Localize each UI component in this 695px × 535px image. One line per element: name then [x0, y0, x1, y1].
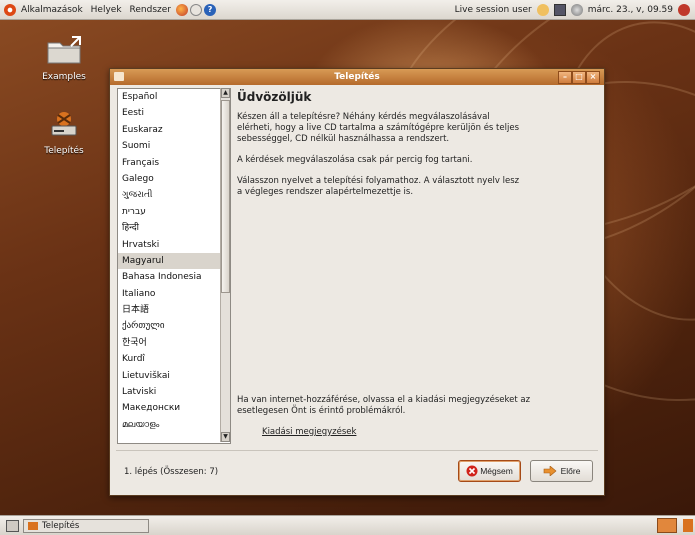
close-button[interactable]: × — [586, 71, 600, 84]
help-icon[interactable]: ? — [204, 3, 217, 16]
minimize-button[interactable]: – — [558, 71, 572, 84]
language-list-item[interactable]: Bahasa Indonesia — [118, 269, 230, 285]
language-list-item[interactable]: हिन्दी — [118, 220, 230, 236]
language-list-item[interactable]: Eesti — [118, 105, 230, 121]
scroll-thumb[interactable] — [221, 100, 230, 293]
desktop-icon-label: Telepítés — [44, 146, 84, 156]
language-list-item[interactable]: Español — [118, 89, 230, 105]
maximize-button[interactable]: □ — [572, 71, 586, 84]
workspace-switcher[interactable] — [657, 518, 677, 533]
desktop-icon-examples[interactable]: Examples — [34, 35, 94, 82]
show-desktop-icon[interactable] — [6, 519, 19, 532]
taskbar-item-installer[interactable]: Telepítés — [23, 518, 149, 533]
language-list-item[interactable]: 日本語 — [118, 302, 230, 318]
window-titlebar[interactable]: Telepítés – □ × — [110, 69, 604, 85]
window-title: Telepítés — [334, 72, 380, 82]
language-list-item[interactable]: മലയാളം — [118, 417, 230, 433]
bottom-panel: Telepítés — [0, 515, 695, 535]
duration-paragraph: A kérdések megválaszolása csak pár perci… — [237, 155, 473, 165]
language-list-item[interactable]: Kurdî — [118, 351, 230, 367]
language-list-scrollbar[interactable]: ▲ ▼ — [220, 88, 230, 442]
intro-paragraph: Készen áll a telepítésre? Néhány kérdés … — [237, 112, 519, 144]
language-list-item[interactable]: Galego — [118, 171, 230, 187]
clock[interactable]: márc. 23., v, 09.59 — [588, 5, 673, 15]
language-list-item[interactable]: Italiano — [118, 286, 230, 302]
language-list-item[interactable]: 한국어 — [118, 335, 230, 351]
menu-applications[interactable]: Alkalmazások — [17, 5, 87, 15]
folder-icon — [47, 36, 81, 64]
installer-window: Telepítés – □ × Español Eesti Euskaraz Suom… — [109, 68, 605, 496]
language-list-item[interactable]: ქართული — [118, 318, 230, 334]
language-list-item[interactable]: עברית — [118, 204, 230, 220]
language-paragraph: Válasszon nyelvet a telepítési folyamath… — [237, 176, 520, 197]
language-list-item[interactable]: Hrvatski — [118, 237, 230, 253]
trash-icon[interactable] — [683, 519, 693, 532]
language-list[interactable]: Español Eesti Euskaraz Suomi Français Galego ગ… — [117, 88, 231, 444]
desktop-icon-install[interactable]: Telepítés — [34, 109, 94, 156]
forward-arrow-icon — [543, 466, 557, 476]
mail-icon[interactable] — [190, 3, 203, 16]
shutdown-icon[interactable] — [678, 3, 690, 16]
language-list-item[interactable]: ગુજરાતી — [118, 187, 230, 203]
cancel-icon — [466, 465, 478, 477]
taskbar-item-label: Telepítés — [42, 520, 80, 531]
language-list-item[interactable]: Suomi — [118, 138, 230, 154]
scroll-up-arrow[interactable]: ▲ — [221, 88, 230, 98]
firefox-icon[interactable] — [176, 3, 189, 16]
release-notes-link[interactable]: Kiadási megjegyzések — [262, 427, 356, 437]
desktop-icon-label: Examples — [42, 72, 86, 82]
installer-icon — [51, 112, 77, 136]
language-list-item[interactable]: Euskaraz — [118, 122, 230, 138]
cancel-button[interactable]: Mégsem — [458, 460, 521, 482]
window-menu-icon[interactable] — [114, 72, 124, 81]
scroll-down-arrow[interactable]: ▼ — [221, 432, 230, 442]
footer-divider — [116, 450, 598, 451]
language-list-item[interactable]: Magyarul — [118, 252, 230, 270]
language-list-item[interactable]: Français — [118, 155, 230, 171]
language-list-item[interactable]: Lietuviškai — [118, 368, 230, 384]
menu-system[interactable]: Rendszer — [126, 5, 175, 15]
system-tray: Live session user márc. 23., v, 09.59 — [454, 3, 695, 16]
user-name: Live session user — [454, 4, 532, 15]
ubuntu-logo-icon — [4, 3, 16, 16]
user-switcher-icon[interactable] — [536, 3, 549, 16]
page-title: Üdvözöljük — [237, 90, 312, 104]
installer-small-icon — [28, 521, 38, 530]
language-list-item[interactable]: Македонски — [118, 400, 230, 416]
top-panel: Alkalmazások Helyek Rendszer ? Live sess… — [0, 0, 695, 20]
volume-icon[interactable] — [570, 3, 583, 16]
internet-note: Ha van internet-hozzáférése, olvassa el … — [237, 395, 531, 416]
language-list-item[interactable]: Latviski — [118, 384, 230, 400]
menu-places[interactable]: Helyek — [87, 5, 126, 15]
step-indicator: 1. lépés (Összesen: 7) — [124, 467, 219, 477]
cancel-label: Mégsem — [480, 466, 513, 476]
network-icon[interactable] — [553, 3, 566, 16]
forward-label: Előre — [560, 466, 581, 476]
welcome-pane: Üdvözöljük Készen áll a telepítésre? Néh… — [233, 88, 597, 442]
forward-button[interactable]: Előre — [530, 460, 593, 482]
